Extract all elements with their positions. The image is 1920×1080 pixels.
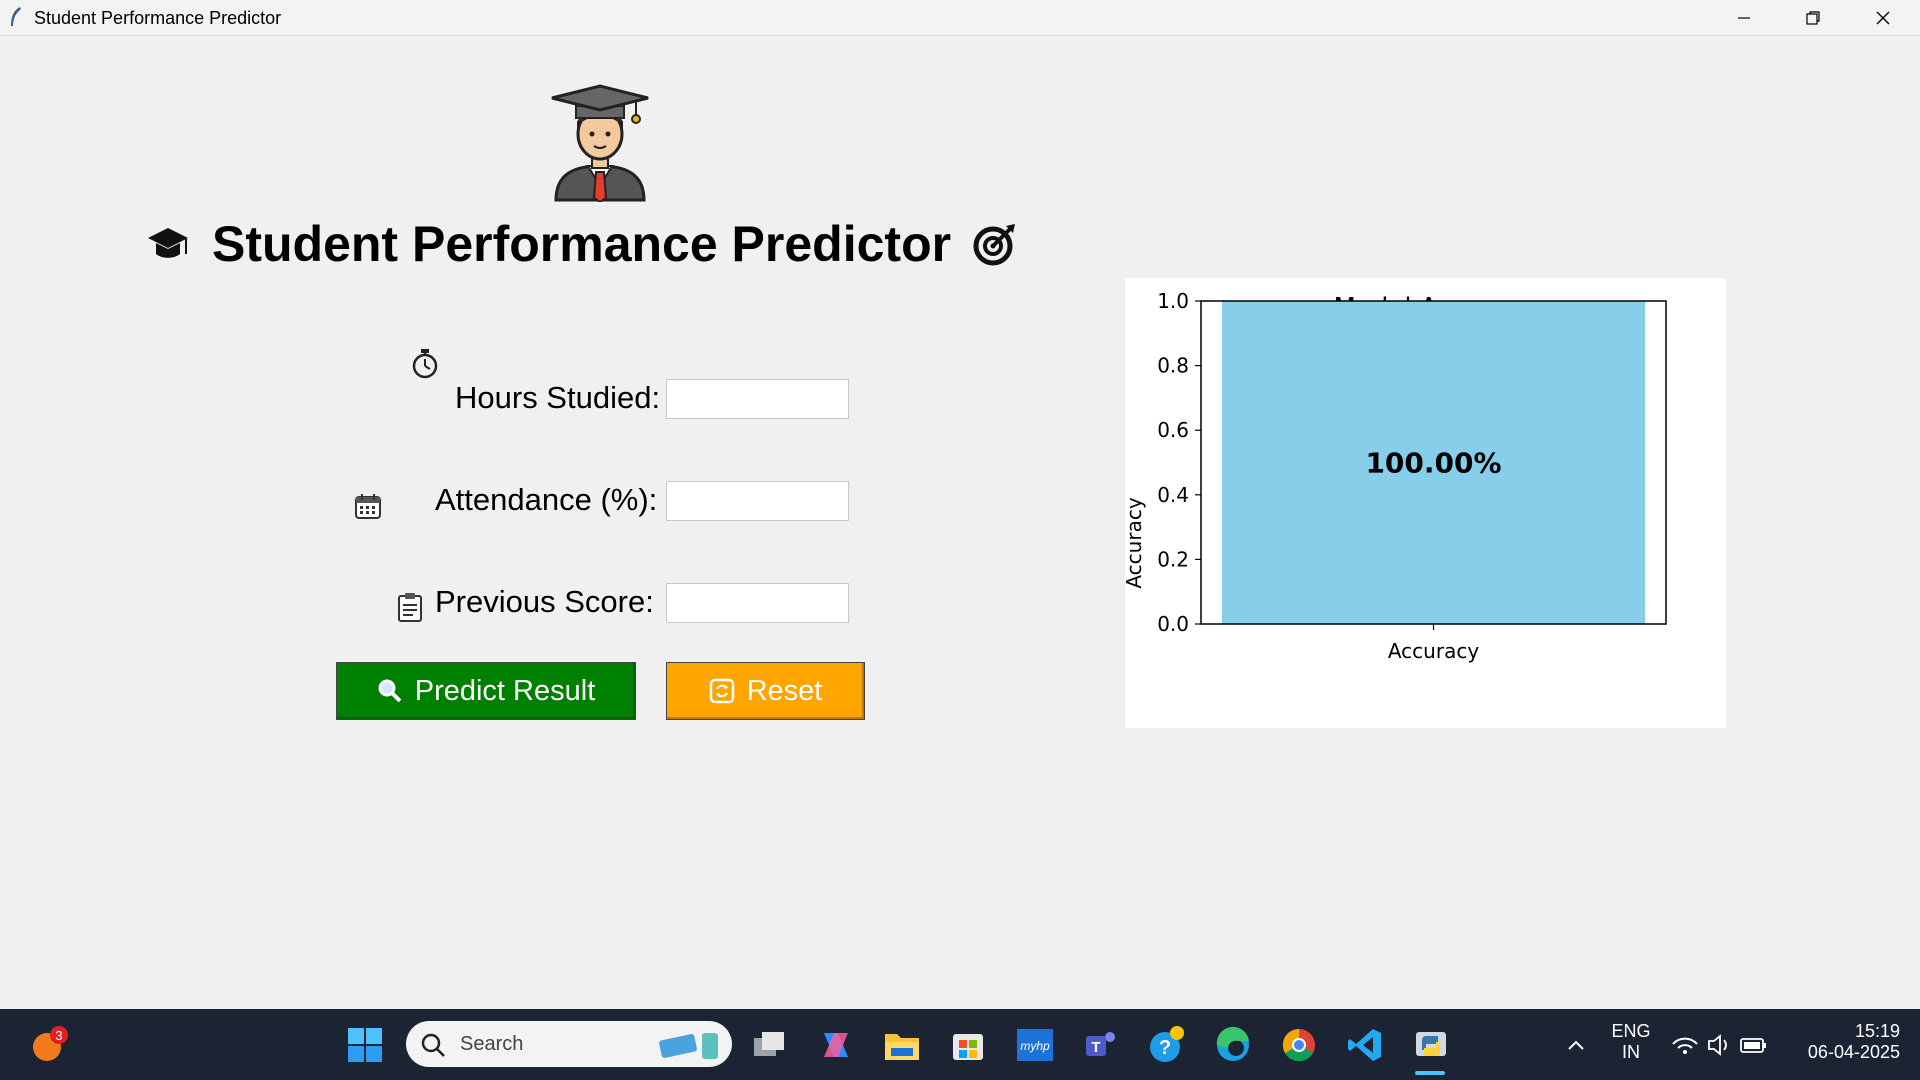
page-title: Student Performance Predictor xyxy=(212,216,952,272)
window-title: Student Performance Predictor xyxy=(34,8,282,28)
predict-result-label: Predict Result xyxy=(414,674,596,707)
hours-studied-label: Hours Studied: xyxy=(455,380,661,415)
copilot-button[interactable] xyxy=(815,1024,857,1066)
travel-highlight-icon xyxy=(659,1033,718,1059)
file-explorer-button[interactable] xyxy=(881,1024,923,1066)
chart-y-tick-label: 0.8 xyxy=(1157,354,1189,378)
stopwatch-icon xyxy=(412,349,438,379)
restore-button[interactable] xyxy=(1778,0,1848,35)
edge-button[interactable] xyxy=(1212,1024,1254,1066)
chart-x-axis-label: Accuracy xyxy=(1388,639,1479,663)
widgets-button[interactable]: 3 xyxy=(28,1024,70,1066)
restore-icon xyxy=(1806,10,1820,25)
magnifier-icon xyxy=(377,678,403,704)
quick-settings-button[interactable] xyxy=(1669,1024,1769,1066)
chrome-icon xyxy=(1282,1028,1315,1062)
chart-y-tick-label: 1.0 xyxy=(1157,289,1189,313)
close-icon xyxy=(1876,11,1890,24)
weather-widget-icon: 3 xyxy=(33,1026,68,1061)
myhp-button[interactable]: myhp xyxy=(1014,1024,1056,1066)
attendance-input[interactable] xyxy=(666,481,849,521)
predict-result-button[interactable]: Predict Result xyxy=(336,662,636,720)
task-view-button[interactable] xyxy=(749,1024,791,1066)
battery-icon xyxy=(1740,1038,1766,1053)
svg-text:T: T xyxy=(1091,1039,1100,1056)
chart-y-tick-label: 0.4 xyxy=(1157,483,1189,507)
svg-text:myhp: myhp xyxy=(1020,1039,1050,1053)
accuracy-chart-panel: Model Accuracy Accuracy Accuracy 100.00%… xyxy=(1122,278,1726,728)
python-app-button[interactable] xyxy=(1410,1024,1452,1066)
accuracy-chart: Model Accuracy Accuracy Accuracy 100.00%… xyxy=(1122,289,1667,663)
previous-score-input[interactable] xyxy=(666,583,849,623)
reset-label: Reset xyxy=(746,674,823,707)
target-icon xyxy=(973,224,1016,266)
start-button[interactable] xyxy=(344,1024,386,1066)
vscode-button[interactable] xyxy=(1344,1024,1386,1066)
chart-y-tick-label: 0.6 xyxy=(1157,418,1189,442)
copilot-icon xyxy=(824,1033,848,1057)
page-heading: Student Performance Predictor xyxy=(146,214,1017,274)
windows-start-icon xyxy=(348,1028,382,1062)
help-icon: ? xyxy=(1150,1026,1184,1062)
window-titlebar: Student Performance Predictor xyxy=(0,0,1920,36)
edge-icon xyxy=(1216,1026,1249,1061)
svg-text:?: ? xyxy=(1159,1037,1171,1059)
myhp-icon: myhp xyxy=(1017,1029,1053,1061)
chevron-up-icon xyxy=(1568,1040,1584,1050)
chart-y-tick-label: 0.0 xyxy=(1157,612,1189,636)
wifi-icon xyxy=(1672,1037,1698,1054)
clipboard-icon xyxy=(398,593,422,622)
taskbar-search[interactable]: Search xyxy=(406,1021,732,1067)
attendance-label: Attendance (%): xyxy=(435,482,658,517)
calendar-icon xyxy=(355,494,381,519)
show-hidden-icons-button[interactable] xyxy=(1555,1024,1597,1066)
folder-icon xyxy=(885,1034,919,1060)
hours-studied-input[interactable] xyxy=(666,379,849,419)
close-button[interactable] xyxy=(1848,0,1918,35)
previous-score-label: Previous Score: xyxy=(435,584,654,619)
language-code: ENG xyxy=(1611,1021,1651,1041)
volume-icon xyxy=(1708,1034,1727,1056)
chart-y-tick-label: 0.2 xyxy=(1157,547,1189,571)
reset-button[interactable]: Reset xyxy=(666,662,865,720)
task-view-icon xyxy=(754,1032,784,1056)
feather-icon xyxy=(11,7,21,26)
search-icon xyxy=(421,1033,445,1057)
graduation-cap-icon xyxy=(148,228,188,258)
minimize-icon xyxy=(1738,16,1750,19)
notification-badge: 3 xyxy=(55,1028,62,1043)
get-help-button[interactable]: ? xyxy=(1146,1024,1188,1066)
clock[interactable]: 15:19 06-04-2025 xyxy=(1790,1021,1900,1063)
vscode-icon xyxy=(1348,1029,1381,1061)
active-app-indicator xyxy=(1415,1071,1445,1075)
store-icon xyxy=(953,1034,983,1060)
chart-bar-value-label: 100.00% xyxy=(1365,447,1501,480)
python-icon xyxy=(1416,1032,1446,1056)
clock-date: 06-04-2025 xyxy=(1807,1042,1900,1062)
search-placeholder: Search xyxy=(460,1033,524,1055)
refresh-icon xyxy=(709,678,735,704)
teams-button[interactable]: T xyxy=(1080,1024,1122,1066)
chart-y-axis-label: Accuracy xyxy=(1125,497,1146,588)
input-language[interactable]: ENG IN xyxy=(1608,1021,1654,1063)
microsoft-store-button[interactable] xyxy=(947,1024,989,1066)
chrome-button[interactable] xyxy=(1278,1024,1320,1066)
region-code: IN xyxy=(1622,1042,1640,1062)
clock-time: 15:19 xyxy=(1854,1021,1900,1041)
tray-status-icons xyxy=(1672,1034,1766,1056)
minimize-button[interactable] xyxy=(1709,0,1779,35)
teams-icon: T xyxy=(1086,1032,1115,1056)
graduate-avatar-icon xyxy=(551,84,649,202)
